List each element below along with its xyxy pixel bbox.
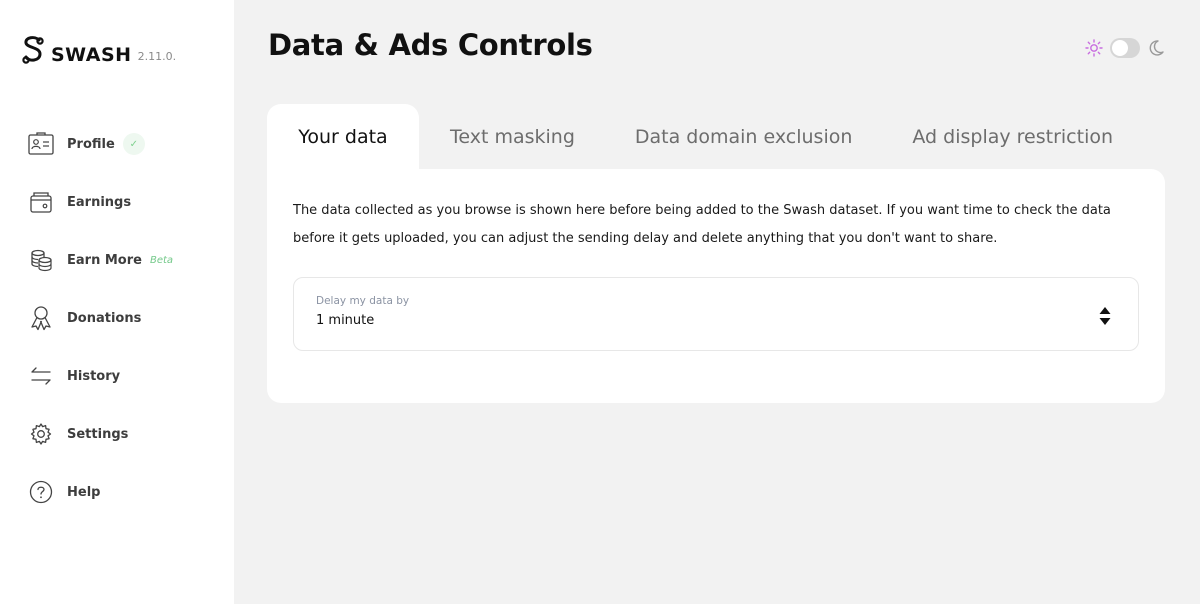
sidebar: SWASH 2.11.0. Profile ✓ Earnings Earn Mo… <box>0 0 234 604</box>
sidebar-item-earn-more[interactable]: Earn More Beta <box>27 244 173 276</box>
sidebar-item-label: Earnings <box>67 194 132 210</box>
tab-your-data[interactable]: Your data <box>267 104 419 170</box>
description-line-2: before it gets uploaded, you can adjust … <box>293 231 998 246</box>
sidebar-item-help[interactable]: Help <box>27 476 173 508</box>
brand-wordmark: SWASH <box>51 44 132 66</box>
tab-text-masking[interactable]: Text masking <box>419 104 605 170</box>
question-circle-icon <box>27 478 55 506</box>
sidebar-item-label: Settings <box>67 426 129 442</box>
delay-select-value: 1 minute <box>316 313 375 328</box>
sort-updown-icon <box>1099 307 1111 325</box>
ribbon-icon <box>27 304 55 332</box>
sun-icon[interactable] <box>1085 39 1103 57</box>
your-data-panel: The data collected as you browse is show… <box>267 169 1165 403</box>
brand[interactable]: SWASH 2.11.0. <box>21 34 176 66</box>
moon-icon[interactable] <box>1147 39 1165 57</box>
sidebar-item-profile[interactable]: Profile ✓ <box>27 128 173 160</box>
sidebar-item-label: Help <box>67 484 101 500</box>
theme-switch[interactable] <box>1110 38 1140 58</box>
panel-description: The data collected as you browse is show… <box>293 197 1133 253</box>
beta-badge: Beta <box>149 254 174 266</box>
sidebar-nav: Profile ✓ Earnings Earn More Beta Donati… <box>27 128 173 534</box>
theme-toggle <box>1085 38 1165 58</box>
sidebar-item-history[interactable]: History <box>27 360 173 392</box>
coins-stack-icon <box>27 246 55 274</box>
gear-icon <box>27 420 55 448</box>
delay-select[interactable]: Delay my data by 1 minute <box>293 277 1139 351</box>
sidebar-item-label: Earn More <box>67 252 142 268</box>
page-title: Data & Ads Controls <box>268 28 593 62</box>
tab-ad-display-restriction[interactable]: Ad display restriction <box>882 104 1143 170</box>
app-version: 2.11.0. <box>137 50 177 63</box>
sidebar-item-label: Profile <box>67 136 115 152</box>
swash-logo-icon <box>22 36 44 64</box>
theme-switch-knob <box>1112 40 1128 56</box>
tab-data-domain-exclusion[interactable]: Data domain exclusion <box>605 104 882 170</box>
sidebar-item-settings[interactable]: Settings <box>27 418 173 450</box>
sidebar-item-donations[interactable]: Donations <box>27 302 173 334</box>
profile-card-icon <box>27 130 55 158</box>
delay-select-label: Delay my data by <box>316 295 410 307</box>
wallet-icon <box>27 188 55 216</box>
sidebar-item-label: History <box>67 368 121 384</box>
sidebar-item-label: Donations <box>67 310 142 326</box>
sidebar-item-earnings[interactable]: Earnings <box>27 186 173 218</box>
tab-bar: Your data Text masking Data domain exclu… <box>267 104 1143 170</box>
verified-check-icon: ✓ <box>122 133 145 155</box>
description-line-1: The data collected as you browse is show… <box>293 203 1111 218</box>
arrows-exchange-icon <box>27 362 55 390</box>
